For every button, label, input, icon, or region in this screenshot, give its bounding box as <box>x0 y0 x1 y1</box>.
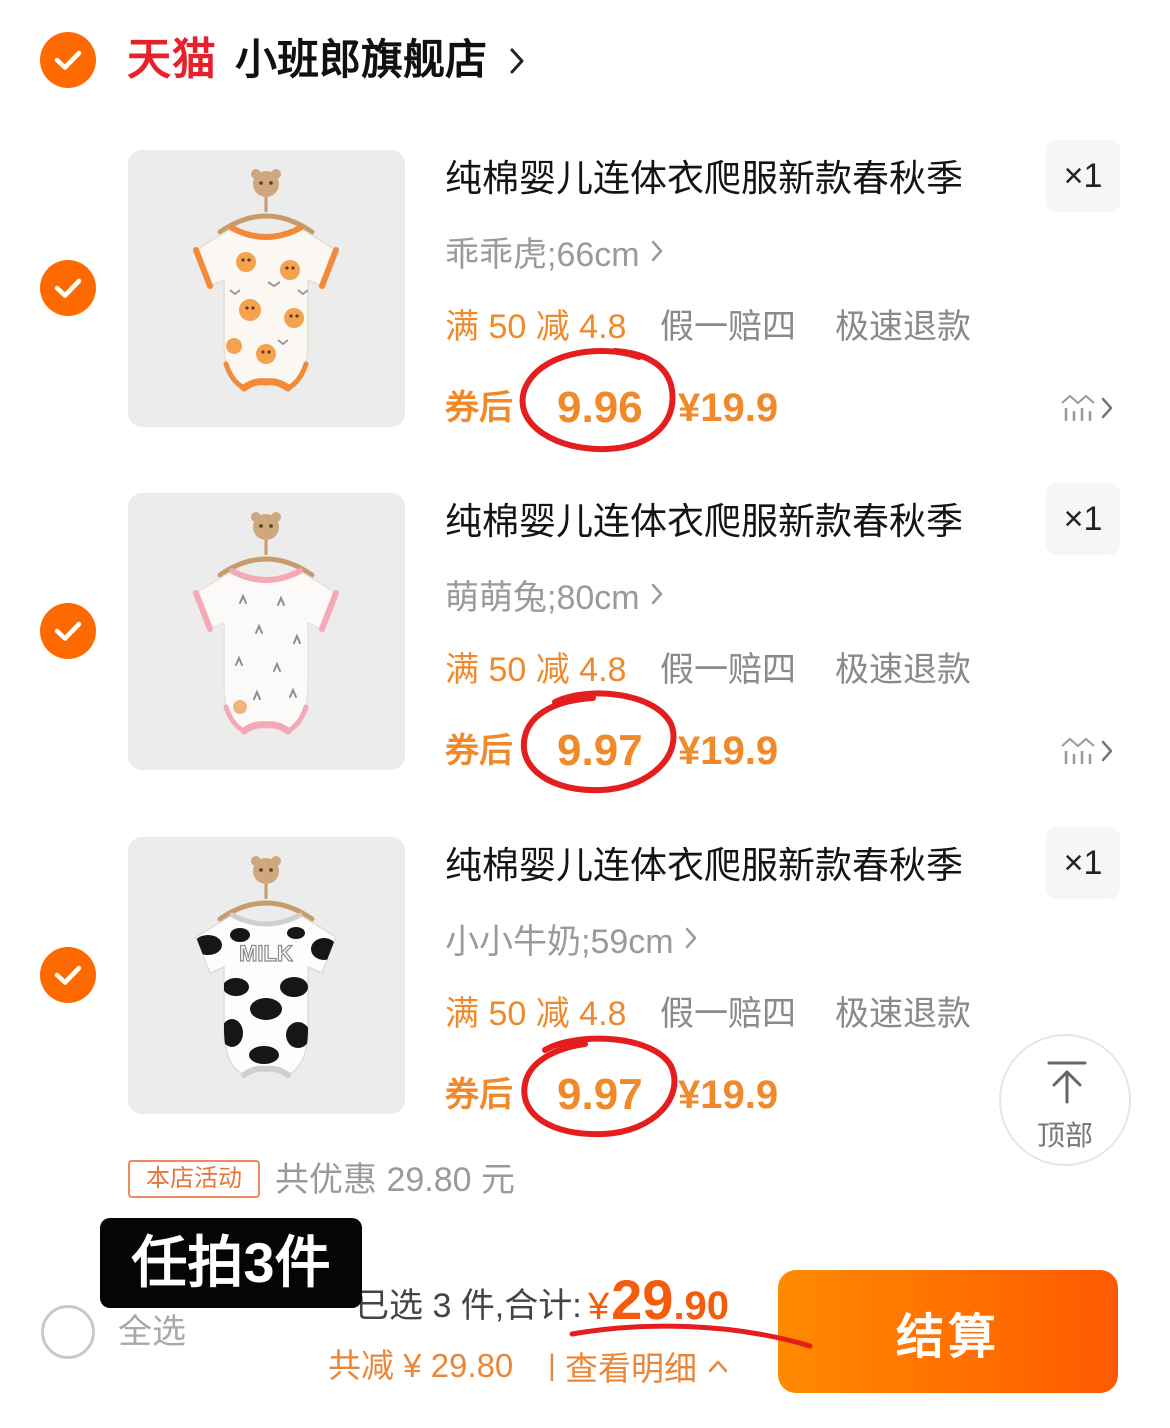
view-details-label: 查看明细 <box>565 1350 697 1387</box>
onesie-cow-image: MILK <box>195 856 337 1078</box>
shop-discount-text: 共优惠 29.80 元 <box>275 1161 515 1199</box>
checkmark-icon <box>40 603 96 659</box>
total-discount: 共减 ¥ 29.80 <box>328 1347 514 1384</box>
price-trend-icon <box>1061 394 1095 421</box>
checkmark-icon <box>40 32 96 88</box>
variant-label: 萌萌兔;80cm <box>445 578 640 617</box>
service-tag: 极速退款 <box>835 308 971 346</box>
coupon-price: 9.97 <box>557 1070 643 1119</box>
price-row: 券后 9.97 ¥19.9 <box>445 1067 805 1123</box>
chevron-right-icon <box>1101 397 1113 419</box>
service-tag: 极速退款 <box>835 995 971 1033</box>
product-image[interactable] <box>128 150 405 427</box>
tmall-logo: 天猫 <box>127 35 217 84</box>
overlay-caption: 任拍3件 <box>100 1218 362 1308</box>
checkmark-icon <box>40 947 96 1003</box>
price-label: 券后 <box>445 1076 513 1114</box>
cart-item: 纯棉婴儿连体衣爬服新款春秋季 ×1 乖乖虎;66cm 满 50 减 4.8 假一… <box>0 140 1170 453</box>
variant-selector[interactable]: 萌萌兔;80cm <box>445 569 664 619</box>
total-price: ¥29.90 <box>588 1268 729 1332</box>
chevron-right-icon <box>651 583 662 605</box>
item-checkbox[interactable] <box>40 603 96 659</box>
cart-item: MILK 纯棉婴儿连体衣爬服新款春秋季 ×1 小小牛奶;59cm 满 50 减 … <box>0 827 1170 1138</box>
store-checkbox[interactable] <box>40 32 96 88</box>
divider: | <box>548 1349 556 1382</box>
checkout-label: 结算 <box>895 1310 1000 1364</box>
service-tag: 假一赔四 <box>660 308 796 346</box>
variant-label: 乖乖虎;66cm <box>445 235 640 274</box>
promo-tag: 满 50 减 4.8 <box>445 651 627 689</box>
view-details-link[interactable]: 查看明细 <box>565 1342 729 1390</box>
back-to-top-label: 顶部 <box>1036 1120 1093 1151</box>
variant-selector[interactable]: 乖乖虎;66cm <box>445 226 664 276</box>
price-label: 券后 <box>445 732 513 770</box>
product-title[interactable]: 纯棉婴儿连体衣爬服新款春秋季 <box>445 841 963 891</box>
product-image[interactable] <box>128 493 405 770</box>
price-trend-icon <box>1061 737 1095 764</box>
shop-activity-badge: 本店活动 <box>128 1160 260 1198</box>
variant-label: 小小牛奶;59cm <box>445 922 674 961</box>
quantity-label: ×1 <box>1063 156 1103 195</box>
service-tag: 极速退款 <box>835 651 971 689</box>
quantity-button[interactable]: ×1 <box>1046 483 1120 555</box>
store-name-link[interactable]: 小班郎旗舰店 <box>235 32 487 88</box>
chevron-right-icon <box>1101 740 1113 762</box>
select-all-checkbox[interactable] <box>41 1305 95 1359</box>
chevron-right-icon[interactable] <box>508 46 526 76</box>
variant-selector[interactable]: 小小牛奶;59cm <box>445 913 698 963</box>
item-checkbox[interactable] <box>40 260 96 316</box>
price-label: 券后 <box>445 389 513 427</box>
back-to-top-button[interactable]: 顶部 <box>999 1034 1131 1166</box>
item-checkbox[interactable] <box>40 947 96 1003</box>
chevron-right-icon <box>651 240 662 262</box>
coupon-price: 9.96 <box>557 383 643 432</box>
arrow-up-icon <box>1047 1061 1087 1104</box>
onesie-bunny-image <box>193 512 339 735</box>
price-trend-button[interactable] <box>1060 390 1120 426</box>
chevron-right-icon <box>685 927 696 949</box>
coupon-price: 9.97 <box>557 726 643 775</box>
checkout-button[interactable]: 结算 <box>778 1270 1118 1393</box>
quantity-button[interactable]: ×1 <box>1046 140 1120 212</box>
total-integer: 29 <box>611 1268 674 1331</box>
product-title[interactable]: 纯棉婴儿连体衣爬服新款春秋季 <box>445 497 963 547</box>
service-tag: 假一赔四 <box>660 651 796 689</box>
checkmark-icon <box>40 260 96 316</box>
quantity-label: ×1 <box>1063 499 1103 538</box>
service-tag: 假一赔四 <box>660 995 796 1033</box>
quantity-label: ×1 <box>1063 843 1103 882</box>
cart-item: 纯棉婴儿连体衣爬服新款春秋季 ×1 萌萌兔;80cm 满 50 减 4.8 假一… <box>0 483 1170 794</box>
promo-tag: 满 50 减 4.8 <box>445 308 627 346</box>
selected-summary: 已选 3 件,合计: <box>355 1287 582 1325</box>
price-row: 券后 9.96 ¥19.9 <box>445 380 805 436</box>
select-all-label[interactable]: 全选 <box>118 1308 186 1356</box>
price-trend-button[interactable] <box>1060 733 1120 769</box>
product-title[interactable]: 纯棉婴儿连体衣爬服新款春秋季 <box>445 154 963 204</box>
original-price: ¥19.9 <box>678 386 779 430</box>
total-currency: ¥ <box>588 1286 610 1328</box>
chevron-up-icon <box>708 1360 728 1373</box>
original-price: ¥19.9 <box>678 1073 779 1117</box>
onesie-tiger-image <box>193 169 339 392</box>
total-decimal: .90 <box>673 1284 730 1328</box>
promo-tag: 满 50 减 4.8 <box>445 995 627 1033</box>
quantity-button[interactable]: ×1 <box>1046 827 1120 899</box>
onesie-print-text: MILK <box>239 941 293 966</box>
product-image[interactable]: MILK <box>128 837 405 1114</box>
price-row: 券后 9.97 ¥19.9 <box>445 723 805 779</box>
original-price: ¥19.9 <box>678 729 779 773</box>
